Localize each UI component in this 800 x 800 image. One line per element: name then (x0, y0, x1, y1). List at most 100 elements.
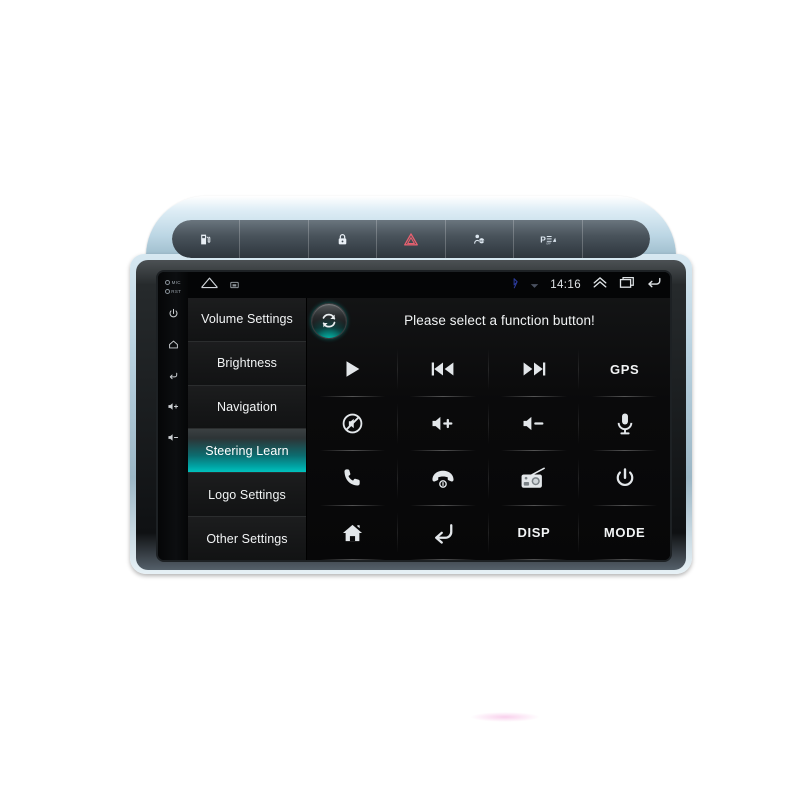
airbag-off-icon: OFF (474, 234, 485, 244)
back-key[interactable] (168, 368, 179, 386)
blank-button-1[interactable] (240, 220, 309, 258)
android-ui: 14:16 Volume Settings Brightness Navigat… (188, 272, 670, 560)
hardware-key-strip: MIC RST (158, 272, 188, 560)
next-track-icon (523, 362, 546, 376)
sidebar-item-volume-settings[interactable]: Volume Settings (188, 298, 306, 342)
home-outline-icon[interactable] (200, 276, 219, 294)
reset-label: RST (171, 289, 182, 294)
back-arrow-icon (435, 523, 453, 544)
reset-hole-icon (164, 289, 170, 294)
sidebar-item-label: Navigation (216, 400, 278, 415)
power-icon (169, 308, 177, 318)
sidebar-item-label: Volume Settings (201, 312, 293, 327)
refresh-circle-icon (322, 313, 336, 328)
airbag-off-button[interactable]: OFF (445, 220, 515, 258)
chevron-up-icon[interactable] (592, 276, 608, 294)
volume-up-icon (432, 417, 453, 431)
watermark-smudge (470, 712, 540, 722)
radio-button[interactable] (489, 451, 580, 506)
sidebar-item-label: Steering Learn (205, 443, 289, 458)
disp-button[interactable]: DISP (489, 506, 580, 561)
back-button[interactable] (398, 506, 489, 561)
hazard-lights-button[interactable] (377, 220, 446, 258)
mic-label: MIC (171, 280, 181, 285)
play-button[interactable] (307, 342, 398, 397)
panel-title: Please select a function button! (404, 312, 595, 328)
panel-header: Please select a function button! (307, 298, 670, 342)
disp-label: DISP (517, 525, 551, 541)
status-bar-time: 14:16 (550, 279, 581, 291)
sidebar-item-other-settings[interactable]: Other Settings (188, 517, 306, 560)
door-lock-button[interactable] (308, 220, 378, 258)
previous-track-icon (431, 362, 454, 376)
power-key[interactable] (168, 306, 179, 324)
car-head-unit: OFF P OFF MIC RST 14:16 Volume Settings … (128, 196, 694, 578)
sidebar-item-label: Brightness (216, 356, 278, 371)
mic-hole-icon (165, 280, 171, 285)
home-button[interactable] (307, 506, 398, 561)
touchscreen: MIC RST 14:16 Volume Settings Brightness… (156, 270, 672, 562)
settings-sidebar: Volume Settings Brightness Navigation St… (188, 298, 307, 560)
call-hangup-button[interactable] (398, 451, 489, 506)
sidebar-item-label: Other Settings (206, 531, 288, 546)
sidebar-item-brightness[interactable]: Brightness (188, 341, 306, 386)
blank-icon (610, 233, 622, 245)
bluetooth-icon (512, 276, 519, 294)
volume-up-key[interactable] (167, 399, 180, 417)
mode-button[interactable]: MODE (579, 506, 670, 561)
back-icon[interactable] (646, 276, 662, 294)
status-bar: 14:16 (188, 272, 670, 298)
mute-button[interactable] (307, 397, 398, 452)
parking-sensor-icon: P OFF (540, 234, 556, 245)
steering-learn-panel: Please select a function button! GPS DIS… (307, 298, 670, 560)
phone-icon (344, 469, 361, 486)
function-button-grid: GPS DISP MODE (307, 342, 670, 560)
back-icon (169, 372, 177, 380)
blank-icon (268, 233, 280, 245)
power-icon (616, 468, 633, 487)
volume-up-icon (167, 403, 178, 410)
play-icon (346, 361, 360, 378)
home-icon (168, 340, 178, 349)
fuel-flap-icon (201, 234, 211, 244)
blank-button-2[interactable] (582, 220, 650, 258)
hazard-triangle-icon (404, 232, 418, 245)
reset-sync-button[interactable] (311, 303, 347, 339)
radio-icon (521, 467, 546, 488)
mic-label-row: MIC (165, 280, 181, 285)
previous-button[interactable] (398, 342, 489, 397)
recents-icon[interactable] (619, 276, 635, 294)
parking-sensor-button[interactable]: P OFF (514, 220, 583, 258)
mute-icon (342, 413, 363, 434)
sidebar-item-steering-learn[interactable]: Steering Learn (188, 429, 306, 474)
volume-down-button[interactable] (489, 397, 580, 452)
call-answer-button[interactable] (307, 451, 398, 506)
app-content: Volume Settings Brightness Navigation St… (188, 298, 670, 560)
phone-hangup-icon (432, 470, 454, 489)
gps-button[interactable]: GPS (579, 342, 670, 397)
home-key[interactable] (168, 337, 179, 355)
volume-down-icon (167, 434, 178, 441)
screenshot-root: OFF P OFF MIC RST 14:16 Volume Settings … (0, 0, 800, 800)
home-solid-icon (342, 524, 362, 541)
next-button[interactable] (489, 342, 580, 397)
lock-icon (338, 233, 347, 244)
power-button[interactable] (579, 451, 670, 506)
dropdown-arrow-icon (530, 276, 539, 294)
sidebar-item-label: Logo Settings (208, 487, 286, 502)
status-bar-left (188, 276, 239, 294)
reset-label-row: RST (164, 289, 182, 294)
volume-down-icon (523, 417, 544, 431)
dashboard-button-row: OFF P OFF (172, 220, 650, 258)
sidebar-item-navigation[interactable]: Navigation (188, 385, 306, 430)
volume-up-button[interactable] (398, 397, 489, 452)
svg-text:OFF: OFF (479, 239, 485, 243)
volume-down-key[interactable] (167, 430, 180, 448)
screenshot-icon[interactable] (230, 276, 239, 294)
voice-button[interactable] (579, 397, 670, 452)
microphone-icon (617, 413, 632, 435)
gps-label: GPS (609, 361, 640, 377)
fuel-flap-button[interactable] (172, 220, 241, 258)
status-bar-right: 14:16 (512, 272, 662, 298)
sidebar-item-logo-settings[interactable]: Logo Settings (188, 473, 306, 518)
